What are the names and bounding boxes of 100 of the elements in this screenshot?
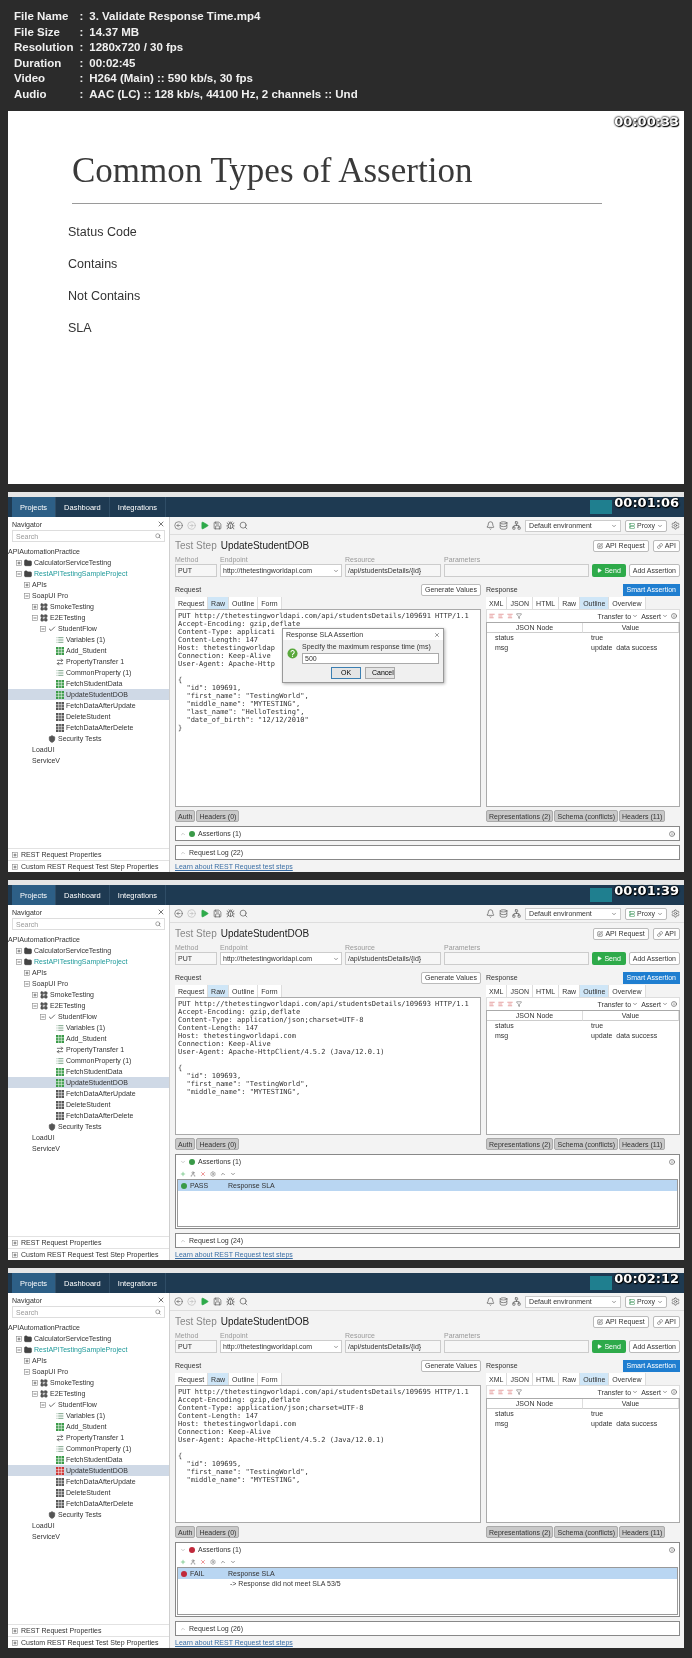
bell-icon[interactable] (486, 521, 496, 530)
play-icon[interactable] (200, 521, 209, 530)
format-icon[interactable] (498, 1389, 504, 1395)
raw-editor[interactable] (175, 1385, 481, 1523)
forward-icon[interactable] (187, 521, 196, 530)
move-up-icon[interactable] (220, 1170, 226, 1177)
info-icon[interactable] (671, 1389, 677, 1395)
format-icon[interactable] (489, 1389, 495, 1395)
network-icon[interactable] (512, 909, 522, 918)
forward-icon[interactable] (187, 909, 196, 918)
bug-icon[interactable] (226, 909, 235, 918)
bug-icon[interactable] (226, 521, 235, 530)
expand-icon[interactable] (24, 1357, 30, 1364)
settings-icon[interactable] (671, 1297, 680, 1306)
save-icon[interactable] (213, 1297, 222, 1306)
expand-icon[interactable] (32, 991, 38, 998)
filter-icon[interactable] (516, 1389, 522, 1395)
user-icon[interactable] (190, 1170, 196, 1177)
search-icon[interactable] (239, 909, 248, 918)
bug-icon[interactable] (226, 1297, 235, 1306)
delete-icon[interactable] (200, 1170, 206, 1177)
format-icon[interactable] (498, 1001, 504, 1007)
network-icon[interactable] (512, 521, 522, 530)
move-down-icon[interactable] (230, 1170, 236, 1177)
expand-icon[interactable] (12, 863, 18, 870)
add-icon[interactable] (180, 1558, 186, 1565)
close-icon[interactable] (157, 520, 165, 528)
filter-icon[interactable] (516, 613, 522, 619)
info-icon[interactable] (669, 830, 675, 837)
info-icon[interactable] (669, 1158, 675, 1165)
database-icon[interactable] (499, 521, 509, 530)
info-icon[interactable] (671, 1001, 677, 1007)
bell-icon[interactable] (486, 909, 496, 918)
collapse-icon[interactable] (24, 592, 30, 599)
bell-icon[interactable] (486, 1297, 496, 1306)
collapse-icon[interactable] (32, 614, 38, 621)
play-icon[interactable] (200, 909, 209, 918)
database-icon[interactable] (499, 909, 509, 918)
expand-icon[interactable] (32, 1379, 38, 1386)
filter-icon[interactable] (516, 1001, 522, 1007)
save-icon[interactable] (213, 521, 222, 530)
raw-editor[interactable] (175, 997, 481, 1135)
search-icon[interactable] (239, 521, 248, 530)
info-icon[interactable] (669, 1546, 675, 1553)
expand-icon[interactable] (180, 830, 186, 837)
collapse-icon[interactable] (16, 1346, 22, 1353)
collapse-icon[interactable] (40, 625, 46, 632)
expand-icon[interactable] (180, 1625, 186, 1632)
format-icon[interactable] (498, 613, 504, 619)
collapse-icon[interactable] (16, 958, 22, 965)
play-icon[interactable] (200, 1297, 209, 1306)
settings-icon[interactable] (210, 1170, 216, 1177)
add-icon[interactable] (180, 1170, 186, 1177)
expand-icon[interactable] (16, 947, 22, 954)
format-icon[interactable] (507, 1389, 513, 1395)
format-icon[interactable] (489, 1001, 495, 1007)
collapse-icon[interactable] (24, 980, 30, 987)
close-icon[interactable] (157, 1296, 165, 1304)
collapse-icon[interactable] (180, 1158, 186, 1165)
collapse-icon[interactable] (24, 1368, 30, 1375)
expand-icon[interactable] (24, 969, 30, 976)
expand-icon[interactable] (12, 1639, 18, 1646)
back-icon[interactable] (174, 521, 183, 530)
expand-icon[interactable] (12, 851, 18, 858)
forward-icon[interactable] (187, 1297, 196, 1306)
expand-icon[interactable] (32, 603, 38, 610)
expand-icon[interactable] (12, 1239, 18, 1246)
info-icon[interactable] (671, 613, 677, 619)
delete-icon[interactable] (200, 1558, 206, 1565)
expand-icon[interactable] (16, 1335, 22, 1342)
settings-icon[interactable] (671, 909, 680, 918)
collapse-icon[interactable] (180, 1546, 186, 1553)
format-icon[interactable] (489, 613, 495, 619)
database-icon[interactable] (499, 1297, 509, 1306)
close-icon[interactable] (434, 631, 440, 638)
save-icon[interactable] (213, 909, 222, 918)
format-icon[interactable] (507, 1001, 513, 1007)
settings-icon[interactable] (671, 521, 680, 530)
input-field[interactable] (444, 952, 590, 965)
input-field[interactable] (444, 564, 590, 577)
expand-icon[interactable] (16, 559, 22, 566)
search-icon[interactable] (239, 1297, 248, 1306)
collapse-icon[interactable] (40, 1401, 46, 1408)
raw-editor[interactable] (175, 609, 481, 807)
back-icon[interactable] (174, 909, 183, 918)
back-icon[interactable] (174, 1297, 183, 1306)
move-up-icon[interactable] (220, 1558, 226, 1565)
collapse-icon[interactable] (40, 1013, 46, 1020)
input-field[interactable] (444, 1340, 590, 1353)
network-icon[interactable] (512, 1297, 522, 1306)
close-icon[interactable] (157, 908, 165, 916)
user-icon[interactable] (190, 1558, 196, 1565)
expand-icon[interactable] (12, 1251, 18, 1258)
expand-icon[interactable] (12, 1627, 18, 1634)
collapse-icon[interactable] (32, 1390, 38, 1397)
collapse-icon[interactable] (32, 1002, 38, 1009)
collapse-icon[interactable] (16, 570, 22, 577)
format-icon[interactable] (507, 613, 513, 619)
move-down-icon[interactable] (230, 1558, 236, 1565)
expand-icon[interactable] (24, 581, 30, 588)
